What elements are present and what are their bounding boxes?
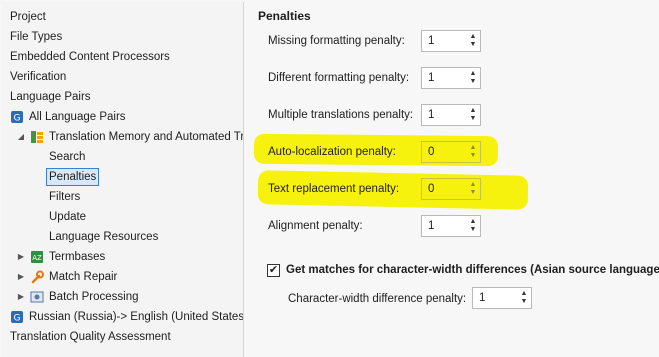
tree-item-verification[interactable]: Verification (10, 67, 66, 87)
missing-formatting-label: Missing formatting penalty: (268, 35, 405, 47)
svg-text:AZ: AZ (32, 254, 42, 262)
language-pair-icon: G (10, 310, 24, 324)
svg-text:G: G (14, 314, 21, 324)
tree-item-penalties[interactable]: Penalties (46, 167, 100, 187)
section-title: Penalties (258, 9, 311, 23)
tree-item-file-types[interactable]: File Types (10, 27, 62, 47)
different-formatting-spinner[interactable]: 1 ▲ ▼ (421, 67, 481, 89)
char-width-penalty-label: Character-width difference penalty: (288, 293, 467, 305)
penalties-panel: Penalties Missing formatting penalty: 1 … (248, 0, 659, 357)
collapse-arrow-icon[interactable]: ◢ (16, 127, 26, 147)
char-width-checkbox[interactable]: ✔ (267, 264, 280, 277)
translation-memory-icon (30, 130, 44, 144)
tree-item-language-resources[interactable]: Language Resources (49, 227, 158, 247)
spinner-arrows-icon[interactable]: ▲ ▼ (466, 179, 480, 199)
expand-arrow-icon[interactable]: ▶ (16, 287, 26, 307)
checkmark-icon: ✔ (268, 264, 279, 276)
tree-item-russian-english[interactable]: G Russian (Russia)-> English (United Sta… (10, 307, 243, 327)
tree-item-batch-processing[interactable]: ▶ Batch Processing (16, 287, 139, 307)
auto-localization-spinner[interactable]: 0 ▲ ▼ (421, 141, 481, 163)
batch-gear-icon (30, 290, 44, 304)
language-pair-icon: G (10, 110, 24, 124)
tree-item-filters[interactable]: Filters (49, 187, 80, 207)
wrench-icon (30, 270, 44, 284)
alignment-label: Alignment penalty: (268, 220, 363, 232)
tree-item-project[interactable]: Project (10, 7, 46, 27)
text-replacement-spinner[interactable]: 0 ▲ ▼ (421, 178, 481, 200)
multiple-translations-label: Multiple translations penalty: (268, 109, 414, 121)
missing-formatting-spinner[interactable]: 1 ▲ ▼ (421, 30, 481, 52)
termbase-icon: AZ (30, 250, 44, 264)
tree-item-update[interactable]: Update (49, 207, 86, 227)
spinner-arrows-icon[interactable]: ▲ ▼ (466, 142, 480, 162)
tree-item-translation-quality-assessment[interactable]: Translation Quality Assessment (10, 327, 171, 347)
spinner-arrows-icon[interactable]: ▲ ▼ (466, 31, 480, 51)
spinner-arrows-icon[interactable]: ▲ ▼ (466, 105, 480, 125)
tree-item-embedded-content-processors[interactable]: Embedded Content Processors (10, 47, 170, 67)
settings-tree: Project File Types Embedded Content Proc… (2, 2, 244, 357)
tree-item-match-repair[interactable]: ▶ Match Repair (16, 267, 117, 287)
svg-text:G: G (14, 114, 21, 124)
expand-arrow-icon[interactable]: ▶ (16, 267, 26, 287)
tree-item-search[interactable]: Search (49, 147, 85, 167)
spinner-arrows-icon[interactable]: ▲ ▼ (466, 68, 480, 88)
tree-item-language-pairs[interactable]: Language Pairs (10, 87, 91, 107)
different-formatting-label: Different formatting penalty: (268, 72, 410, 84)
multiple-translations-spinner[interactable]: 1 ▲ ▼ (421, 104, 481, 126)
tree-item-tm-automated[interactable]: ◢ Translation Memory and Automated Tr (16, 127, 243, 147)
auto-localization-label: Auto-localization penalty: (268, 146, 396, 158)
tree-item-all-language-pairs[interactable]: G All Language Pairs (10, 107, 126, 127)
spinner-arrows-icon[interactable]: ▲ ▼ (466, 216, 480, 236)
spinner-arrows-icon[interactable]: ▲ ▼ (517, 288, 531, 308)
text-replacement-label: Text replacement penalty: (268, 183, 400, 195)
alignment-spinner[interactable]: 1 ▲ ▼ (421, 215, 481, 237)
expand-arrow-icon[interactable]: ▶ (16, 247, 26, 267)
char-width-penalty-spinner[interactable]: 1 ▲ ▼ (472, 287, 532, 309)
tree-item-termbases[interactable]: ▶ AZ Termbases (16, 247, 105, 267)
char-width-checkbox-label[interactable]: Get matches for character-width differen… (286, 264, 659, 276)
